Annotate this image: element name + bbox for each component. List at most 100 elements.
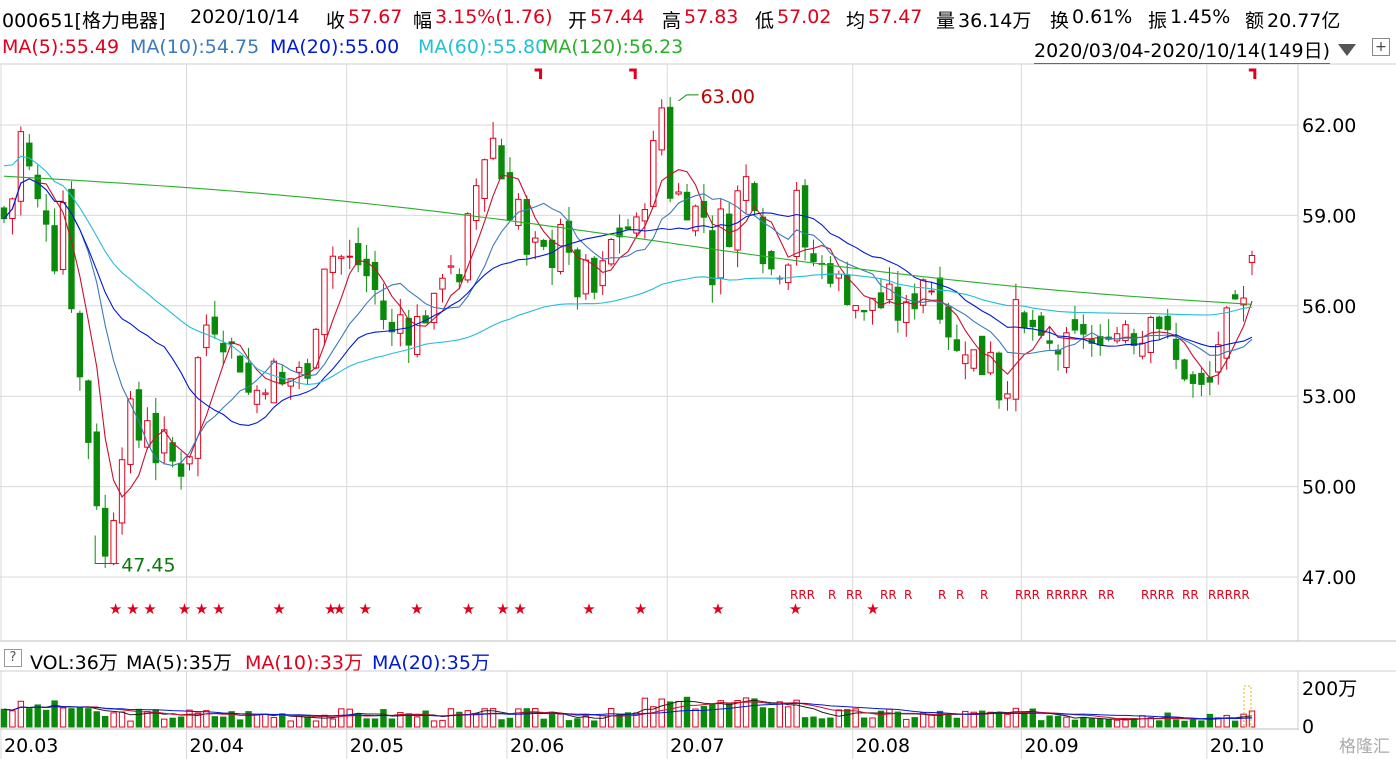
volume-bar xyxy=(742,697,750,728)
y-tick-label: 47.00 xyxy=(1302,567,1356,589)
candle xyxy=(42,210,50,225)
volume-bar xyxy=(725,702,733,728)
star-marker-icon[interactable]: ★ xyxy=(711,600,724,618)
volume-bar xyxy=(624,712,632,728)
r-marker: RRRRR xyxy=(1208,588,1250,602)
star-marker-icon[interactable]: ★ xyxy=(410,600,423,618)
r-marker: RR xyxy=(1182,588,1199,602)
volume-bar xyxy=(0,708,8,728)
volume-bar xyxy=(127,720,134,728)
volume-bar xyxy=(42,709,50,728)
candle xyxy=(532,237,539,243)
volume-bar xyxy=(919,712,927,728)
volume-bar xyxy=(700,705,708,728)
volume-bar xyxy=(683,696,691,728)
note-flag-icon[interactable] xyxy=(629,68,637,79)
candle xyxy=(464,213,471,281)
volume-bar xyxy=(734,700,741,728)
candle xyxy=(666,106,674,199)
candle xyxy=(995,352,1003,401)
volume-bar xyxy=(68,708,75,728)
price-chart: 47.00 50.00 53.00 56.00 59.00 62.00 63.00 47.45… xyxy=(0,63,1396,642)
y-tick-label: 53.00 xyxy=(1302,386,1356,408)
volume-bar xyxy=(987,711,994,728)
x-tick-label: 20.09 xyxy=(1024,735,1078,757)
candle xyxy=(835,273,843,279)
volume-bar xyxy=(633,712,640,728)
note-flag-icon[interactable] xyxy=(534,68,543,79)
volume-bar xyxy=(532,708,539,728)
volume-legend: VOL:36万 MA(5):35万 MA(10):33万 MA(20):35万 xyxy=(0,645,1396,674)
ma120-line xyxy=(3,175,1253,305)
candle xyxy=(118,459,126,524)
volume-bar xyxy=(1054,715,1062,728)
star-marker-icon[interactable]: ★ xyxy=(582,600,595,618)
star-marker-icon[interactable]: ★ xyxy=(866,600,879,618)
candle xyxy=(1113,333,1121,342)
candle xyxy=(945,306,952,338)
volume-bar xyxy=(936,710,944,728)
star-marker-icon[interactable]: ★ xyxy=(195,600,208,618)
star-marker-icon[interactable]: ★ xyxy=(358,600,371,618)
volume-bar xyxy=(287,720,294,728)
star-marker-icon[interactable]: ★ xyxy=(333,600,346,618)
candle xyxy=(169,442,176,462)
volume-bar xyxy=(1012,707,1020,728)
star-marker-icon[interactable]: ★ xyxy=(496,600,509,618)
volume-bar xyxy=(1063,716,1070,728)
candle xyxy=(768,251,775,270)
watermark: 格隆汇 xyxy=(1339,737,1390,757)
volume-bar xyxy=(245,711,252,728)
volume-bar xyxy=(422,710,429,728)
volume-bar xyxy=(51,700,58,728)
volume-bar xyxy=(844,709,851,728)
volume-bar xyxy=(1105,719,1112,728)
star-marker-icon[interactable]: ★ xyxy=(109,600,122,618)
candle xyxy=(717,208,724,279)
volume-bar xyxy=(295,715,303,728)
volume-bar xyxy=(1181,720,1188,728)
star-marker-icon[interactable]: ★ xyxy=(462,600,475,618)
star-marker-icon[interactable]: ★ xyxy=(513,600,526,618)
candle xyxy=(110,520,117,565)
star-marker-icon[interactable]: ★ xyxy=(272,600,285,618)
candle xyxy=(447,265,455,268)
low-annotation-label: 47.45 xyxy=(121,554,175,576)
candle xyxy=(1198,372,1205,385)
r-marker: RR xyxy=(880,588,897,602)
x-tick-label: 20.10 xyxy=(1210,735,1264,757)
star-marker-icon[interactable]: ★ xyxy=(126,600,139,618)
candle xyxy=(456,274,463,283)
candle xyxy=(1189,374,1197,384)
note-flag-icon[interactable] xyxy=(1248,68,1257,79)
r-marker: R xyxy=(938,588,946,602)
volume-bar xyxy=(346,708,353,728)
y-tick-label: 50.00 xyxy=(1302,477,1356,499)
candle xyxy=(785,264,792,284)
volume-bar xyxy=(776,701,783,728)
star-marker-icon[interactable]: ★ xyxy=(634,600,647,618)
candle xyxy=(970,349,977,369)
star-marker-icon[interactable]: ★ xyxy=(212,600,225,618)
candle xyxy=(85,380,92,443)
candle xyxy=(17,131,25,202)
volume-bar xyxy=(397,712,404,728)
star-marker-icon[interactable]: ★ xyxy=(143,600,156,618)
candle xyxy=(405,317,412,346)
star-marker-icon[interactable]: ★ xyxy=(789,600,802,618)
candle xyxy=(295,366,303,373)
candle xyxy=(725,213,733,248)
candle xyxy=(397,314,404,334)
volume-bar xyxy=(1164,712,1171,728)
volume-bar xyxy=(1046,715,1053,728)
volume-bar xyxy=(565,720,573,728)
volume-bar xyxy=(203,710,210,728)
volume-bar xyxy=(978,710,986,728)
vol-legend: VOL:36万 xyxy=(30,652,118,674)
star-marker-icon[interactable]: ★ xyxy=(178,600,191,618)
x-tick-label: 20.03 xyxy=(4,735,58,757)
r-marker: RRR xyxy=(790,588,815,602)
y-tick-label: 62.00 xyxy=(1302,115,1356,137)
volume-bar xyxy=(430,720,438,728)
volume-bar xyxy=(177,716,185,728)
